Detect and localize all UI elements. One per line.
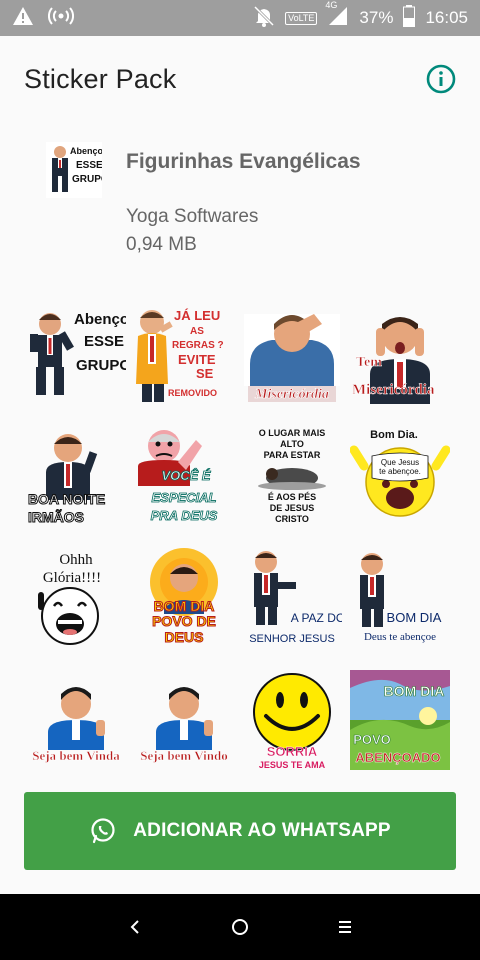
- sticker-text: DE JESUS: [270, 503, 315, 513]
- sticker-ohhh-gloria[interactable]: Ohhh Glória!!!!: [26, 548, 126, 648]
- battery-icon: [403, 4, 416, 32]
- sticker-sorria-jesus-te-ama[interactable]: SORRIA JESUS TE AMA: [242, 670, 342, 770]
- mute-icon: [253, 5, 275, 32]
- sticker-text: Glória!!!!: [43, 570, 101, 586]
- sticker-text: O LUGAR MAIS: [259, 428, 326, 438]
- sticker-grid: Abençoa ESSE GRUPO JÁ LEU AS REGRAS ? EV…: [26, 304, 462, 786]
- sticker-text: Deus te abençoe: [364, 631, 436, 643]
- sticker-text: Misericórdia: [254, 387, 329, 402]
- network-type: 4G: [325, 0, 338, 10]
- sticker-text: Misericórdia: [352, 382, 435, 398]
- whatsapp-icon: [89, 817, 117, 845]
- pack-name: Figurinhas Evangélicas: [126, 150, 361, 173]
- home-button[interactable]: [188, 894, 293, 960]
- sticker-text: CRISTO: [275, 514, 309, 524]
- sticker-boa-noite-irmaos[interactable]: BOA NOITE IRMÃOS: [26, 426, 126, 526]
- sticker-text: Ohhh: [59, 552, 93, 568]
- app-bar: Sticker Pack: [0, 36, 480, 122]
- sticker-tem-misericordia[interactable]: Tem Misericórdia: [350, 304, 450, 404]
- sticker-text: BOM DIA: [154, 598, 215, 614]
- sticker-text: SORRIA: [267, 744, 318, 759]
- sticker-text: Que Jesus: [381, 458, 419, 467]
- sticker-text: BOM DIA: [387, 610, 442, 625]
- add-to-whatsapp-label: ADICIONAR AO WHATSAPP: [133, 820, 391, 841]
- sticker-abencoa-esse-grupo[interactable]: Abençoa ESSE GRUPO: [26, 304, 126, 404]
- sticker-text: AS: [190, 326, 204, 337]
- sticker-text: ABENÇOADO: [355, 750, 440, 765]
- sticker-text: IRMÃOS: [28, 508, 84, 525]
- sticker-text: POVO: [353, 732, 391, 747]
- pack-thumb-text-1: Abençoa: [70, 146, 102, 156]
- sticker-text: JESUS TE AMA: [259, 760, 326, 770]
- back-icon: [130, 920, 139, 934]
- sticker-text: PARA ESTAR: [264, 450, 321, 460]
- sticker-text: REGRAS ?: [172, 340, 224, 351]
- sticker-text: BOA NOITE: [28, 491, 105, 507]
- sticker-text: PRA DEUS: [151, 508, 218, 523]
- sticker-misericordia[interactable]: Misericórdia: [242, 304, 342, 404]
- sticker-text: Seja bem Vindo: [140, 748, 227, 763]
- sticker-text: Seja bem Vinda: [32, 748, 120, 763]
- system-nav-bar: [0, 894, 480, 960]
- sticker-text: VOCÊ É: [161, 468, 210, 483]
- sticker-seja-bem-vinda[interactable]: Seja bem Vinda: [26, 670, 126, 770]
- sticker-bom-dia-povo-de-deus[interactable]: BOM DIA POVO DE DEUS: [134, 548, 234, 648]
- sticker-text: EVITE: [178, 352, 216, 367]
- sticker-text: te abençoe.: [379, 467, 421, 476]
- sticker-text: POVO DE: [152, 613, 216, 629]
- status-bar: VoLTE 4G 37% 16:05: [0, 0, 480, 36]
- pack-header: Abençoa ESSE GRUPO Figurinhas Evangélica…: [0, 122, 480, 292]
- pack-size: 0,94 MB: [126, 234, 197, 255]
- sticker-text: SE: [196, 366, 214, 381]
- sticker-voce-e-especial[interactable]: VOCÊ É ESPECIAL PRA DEUS: [134, 426, 234, 526]
- battery-percent: 37%: [359, 8, 394, 27]
- clock: 16:05: [425, 8, 468, 27]
- hotspot-icon: [48, 6, 74, 31]
- sticker-text: A PAZ DO: [291, 611, 342, 625]
- sticker-text: Bom Dia.: [370, 429, 418, 441]
- sticker-text: É AOS PÉS: [268, 492, 316, 502]
- sticker-text: SENHOR JESUS: [249, 633, 335, 645]
- pack-thumb-text-2: ESSE: [76, 160, 102, 171]
- back-button[interactable]: [83, 894, 188, 960]
- sticker-seja-bem-vindo[interactable]: Seja bem Vindo: [134, 670, 234, 770]
- sticker-a-paz-do-senhor[interactable]: A PAZ DO SENHOR JESUS: [242, 548, 342, 648]
- add-to-whatsapp-button[interactable]: ADICIONAR AO WHATSAPP: [24, 792, 456, 870]
- recents-button[interactable]: [293, 894, 398, 960]
- sticker-ja-leu-as-regras[interactable]: JÁ LEU AS REGRAS ? EVITE SE REMOVIDO: [134, 304, 234, 404]
- sticker-text: REMOVIDO: [168, 388, 217, 398]
- sticker-text: GRUPO: [76, 357, 126, 374]
- home-icon: [232, 919, 248, 935]
- menu-icon: [339, 921, 351, 933]
- sticker-bom-dia-povo-abencoado[interactable]: BOM DIA POVO ABENÇOADO: [350, 670, 450, 770]
- page-title: Sticker Pack: [24, 63, 177, 94]
- sticker-text: JÁ LEU: [174, 308, 220, 323]
- sticker-bom-dia-smiley[interactable]: Bom Dia. Que Jesus te abençoe.: [350, 426, 450, 526]
- sticker-text: ALTO: [280, 439, 304, 449]
- sticker-pack-details: Abençoa ESSE GRUPO Figurinhas Evangélica…: [0, 122, 480, 894]
- pack-publisher: Yoga Softwares: [126, 206, 259, 227]
- volte-badge: VoLTE: [285, 11, 318, 25]
- warning-icon: [12, 6, 34, 31]
- sticker-bom-dia-deus-te-abencoe[interactable]: BOM DIA Deus te abençoe: [350, 548, 450, 648]
- sticker-o-lugar-mais-alto[interactable]: O LUGAR MAIS ALTO PARA ESTAR É AOS PÉS D…: [242, 426, 342, 526]
- sticker-text: Tem: [356, 355, 382, 370]
- pack-thumbnail: Abençoa ESSE GRUPO: [46, 142, 109, 198]
- sticker-text: ESSE: [84, 333, 124, 350]
- sticker-text: BOM DIA: [384, 683, 445, 699]
- signal-icon: 4G: [325, 0, 349, 31]
- sticker-text: ESPECIAL: [151, 490, 216, 505]
- pack-thumb-text-3: GRUPO: [72, 174, 102, 185]
- sticker-text: Abençoa: [74, 311, 126, 328]
- sticker-text: DEUS: [165, 629, 204, 645]
- info-icon[interactable]: [426, 64, 456, 94]
